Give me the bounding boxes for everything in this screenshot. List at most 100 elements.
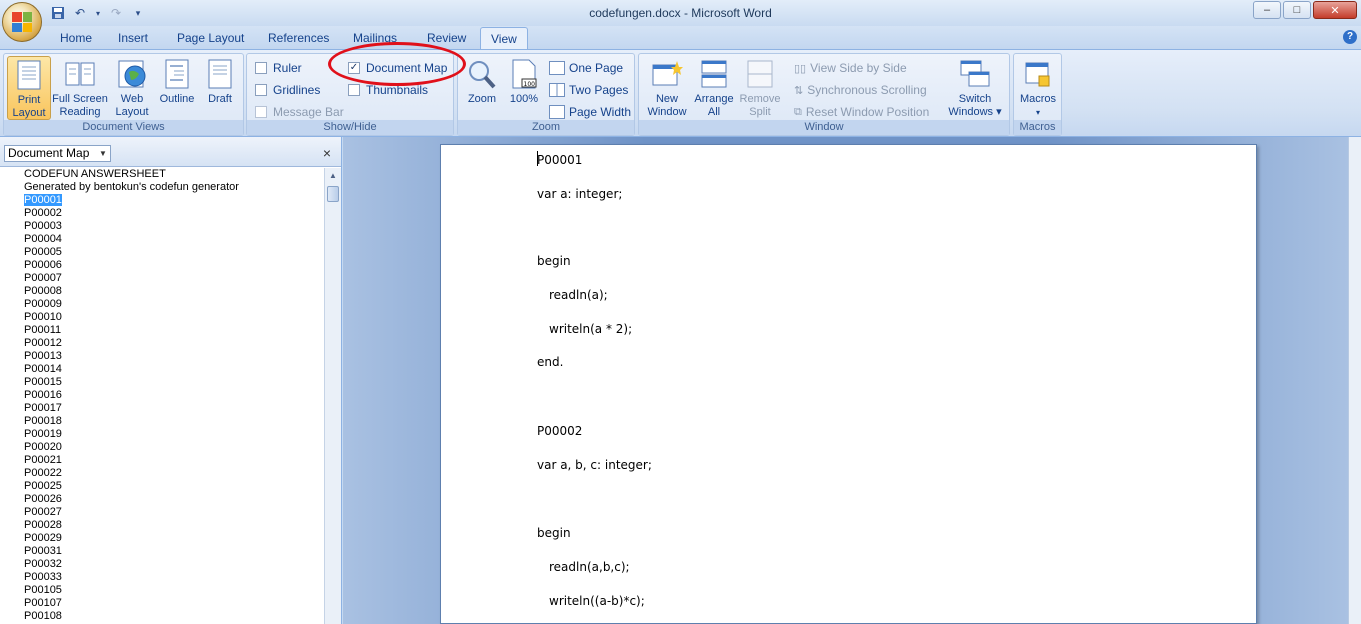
document-map-item[interactable]: P00017 [0,402,324,415]
document-map-item[interactable]: P00026 [0,493,324,506]
document-map-item-label: P00032 [24,558,62,570]
two-pages-button[interactable]: Two Pages [549,83,628,97]
synchronous-scrolling-button[interactable]: ⇅ Synchronous Scrolling [794,83,927,97]
view-side-by-side-button[interactable]: ▯▯ View Side by Side [794,61,907,75]
document-area: P00001 var a: integer; begin readln(a); writ… [343,137,1348,624]
document-map-item[interactable]: P00020 [0,441,324,454]
document-map-item[interactable]: P00018 [0,415,324,428]
document-map-item[interactable]: P00107 [0,597,324,610]
document-map-item[interactable]: P00014 [0,363,324,376]
document-map-item[interactable]: P00009 [0,298,324,311]
document-map-item-label: P00010 [24,311,62,323]
remove-split-button[interactable]: Remove Split [738,56,782,119]
document-map-item[interactable]: P00033 [0,571,324,584]
arrange-all-button[interactable]: Arrange All [692,56,736,119]
reset-window-position-button[interactable]: ⧉ Reset Window Position [794,105,929,119]
maximize-button[interactable]: □ [1283,1,1311,19]
document-map-item[interactable]: P00010 [0,311,324,324]
tab-page-layout[interactable]: Page Layout [177,31,244,45]
gridlines-checkbox[interactable]: Gridlines [255,83,320,97]
document-map-item[interactable]: P00002 [0,207,324,220]
print-layout-button[interactable]: Print Layout [7,56,51,120]
scroll-up-icon[interactable]: ▲ [325,168,341,184]
help-icon[interactable]: ? [1343,30,1357,44]
switch-windows-icon [959,58,991,90]
document-page[interactable]: P00001 var a: integer; begin readln(a); writ… [440,144,1257,624]
document-map-item[interactable]: CODEFUN ANSWERSHEET [0,168,324,181]
document-map-item-label: P00005 [24,246,62,258]
print-layout-label: Print Layout [12,94,46,119]
web-layout-button[interactable]: Web Layout [112,56,152,119]
document-map-item[interactable]: P00005 [0,246,324,259]
document-map-item-label: P00027 [24,506,62,518]
draft-button[interactable]: Draft [200,56,240,106]
tab-review[interactable]: Review [427,31,466,45]
document-map-item[interactable]: P00025 [0,480,324,493]
window-controls: – □ ✕ [1253,1,1357,19]
document-map-item[interactable]: Generated by bentokun's codefun generato… [0,181,324,194]
document-map-item-label: P00008 [24,285,62,297]
document-map-item[interactable]: P00003 [0,220,324,233]
zoom-100-button[interactable]: 100 100% [506,56,542,106]
new-window-icon [651,58,683,90]
document-map-selector[interactable]: Document Map ▼ [4,145,111,162]
document-scrollbar[interactable] [1348,137,1361,624]
full-screen-reading-label: Full Screen Reading [52,93,108,118]
document-map-item-label: P00019 [24,428,62,440]
document-map-item[interactable]: P00008 [0,285,324,298]
document-map-item[interactable]: P00011 [0,324,324,337]
document-map-item[interactable]: P00015 [0,376,324,389]
group-zoom: Zoom 100 100% One Page Two Pages Page Wi… [457,53,635,136]
one-page-button[interactable]: One Page [549,61,623,75]
zoom-button[interactable]: Zoom [462,56,502,106]
document-map-item[interactable]: P00031 [0,545,324,558]
document-map-item-label: P00029 [24,532,62,544]
tab-references[interactable]: References [268,31,329,45]
document-map-item[interactable]: P00022 [0,467,324,480]
macros-button[interactable]: Macros ▾ [1016,56,1060,119]
close-icon[interactable]: × [323,145,331,161]
document-map-item[interactable]: P00012 [0,337,324,350]
document-map-item-label: P00006 [24,259,62,271]
minimize-button[interactable]: – [1253,1,1281,19]
new-window-label: New Window [647,93,687,118]
document-map-item[interactable]: P00028 [0,519,324,532]
document-map-scrollbar[interactable]: ▲ [324,168,341,624]
document-map-item[interactable]: P00019 [0,428,324,441]
document-map-item[interactable]: P00021 [0,454,324,467]
document-map-item[interactable]: P00006 [0,259,324,272]
macros-label: Macros [1019,93,1057,105]
close-button[interactable]: ✕ [1313,1,1357,19]
document-map-item[interactable]: P00027 [0,506,324,519]
document-map-item[interactable]: P00013 [0,350,324,363]
document-map-item-label: P00108 [24,610,62,622]
document-map-item[interactable]: P00007 [0,272,324,285]
window-group-label: Window [639,120,1009,135]
document-map-item[interactable]: P00105 [0,584,324,597]
new-window-button[interactable]: New Window [643,56,691,119]
synchronous-scrolling-label: Synchronous Scrolling [807,83,927,97]
document-map-item[interactable]: P00032 [0,558,324,571]
document-map-item-label: P00011 [24,324,62,336]
page-width-button[interactable]: Page Width [549,105,631,119]
outline-button[interactable]: Outline [155,56,199,106]
office-button[interactable] [2,2,42,42]
ruler-label: Ruler [273,61,302,75]
document-map-item-label: P00003 [24,220,62,232]
document-line: begin [537,254,571,268]
ruler-checkbox[interactable]: Ruler [255,61,302,75]
tab-home[interactable]: Home [60,31,92,45]
document-map-item[interactable]: P00029 [0,532,324,545]
scrollbar-thumb[interactable] [327,186,339,202]
document-views-group-label: Document Views [4,120,243,135]
group-macros: Macros ▾ Macros [1013,53,1062,136]
message-bar-checkbox[interactable]: Message Bar [255,105,344,119]
switch-windows-button[interactable]: Switch Windows ▾ [944,56,1006,119]
document-map-item[interactable]: P00004 [0,233,324,246]
full-screen-reading-button[interactable]: Full Screen Reading [52,56,108,119]
tab-insert[interactable]: Insert [118,31,148,45]
document-map-item[interactable]: P00108 [0,610,324,623]
document-map-item[interactable]: P00001 [0,194,324,207]
tab-view[interactable]: View [480,27,528,51]
document-map-item[interactable]: P00016 [0,389,324,402]
